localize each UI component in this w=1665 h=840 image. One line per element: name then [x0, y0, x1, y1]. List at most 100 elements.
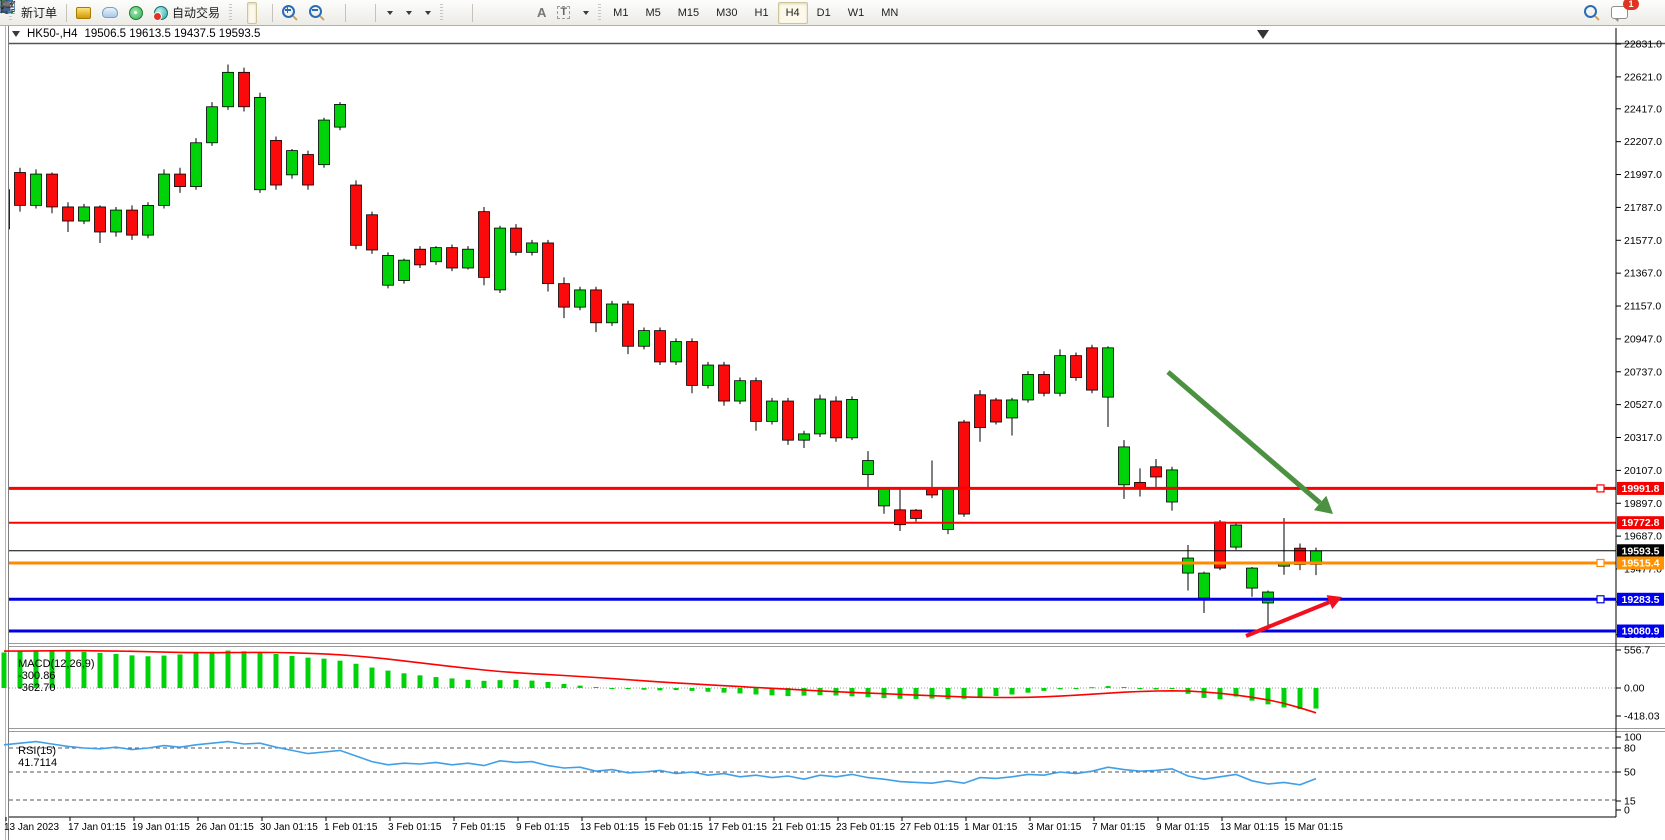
chart-line-button[interactable] [258, 2, 268, 24]
svg-text:26 Jan 01:15: 26 Jan 01:15 [196, 822, 254, 833]
navigator-button[interactable] [97, 2, 123, 24]
chart-canvas[interactable]: 22831.022621.022417.022207.021997.021787… [0, 0, 1665, 840]
shapes-button[interactable] [576, 2, 594, 24]
separator [375, 4, 376, 22]
svg-text:19772.8: 19772.8 [1622, 517, 1660, 529]
notifications-button[interactable]: 1 [1606, 2, 1633, 24]
macd-signal-value: -362.70 [18, 682, 55, 694]
zoom-out-button[interactable] [304, 2, 330, 24]
new-order-button[interactable]: 新订单 [16, 2, 62, 24]
svg-text:21997.0: 21997.0 [1624, 169, 1662, 181]
svg-text:22621.0: 22621.0 [1624, 71, 1662, 83]
timeframe-MN[interactable]: MN [873, 2, 906, 24]
autoscroll-button[interactable] [350, 2, 360, 24]
svg-text:3 Mar 01:15: 3 Mar 01:15 [1028, 822, 1082, 833]
timeframe-W1[interactable]: W1 [840, 2, 873, 24]
svg-text:20947.0: 20947.0 [1624, 333, 1662, 345]
toolbar-grip [598, 4, 601, 22]
timeframe-M1[interactable]: M1 [605, 2, 636, 24]
templates-button[interactable] [418, 2, 436, 24]
notification-badge: 1 [1623, 0, 1639, 10]
svg-text:21577.0: 21577.0 [1624, 235, 1662, 247]
chart-symbol-title: HK50-,H4 [27, 28, 78, 40]
svg-text:20107.0: 20107.0 [1624, 465, 1662, 477]
svg-text:50: 50 [1624, 767, 1636, 779]
svg-text:19897.0: 19897.0 [1624, 498, 1662, 510]
tile-windows-button[interactable] [331, 2, 341, 24]
svg-text:19515.4: 19515.4 [1622, 557, 1660, 569]
chevron-down-icon [387, 11, 393, 15]
svg-text:3 Feb 01:15: 3 Feb 01:15 [388, 822, 442, 833]
autotrading-label: 自动交易 [172, 4, 220, 21]
fibonacci-button[interactable]: F [521, 2, 531, 24]
svg-text:22831.0: 22831.0 [1624, 38, 1662, 50]
macd-main-value: -300.86 [18, 670, 55, 682]
svg-text:1 Feb 01:15: 1 Feb 01:15 [324, 822, 378, 833]
text-button[interactable]: A [532, 2, 551, 24]
chart-title-bar: HK50-,H4 19506.5 19613.5 19437.5 19593.5 [12, 28, 260, 40]
svg-text:19687.0: 19687.0 [1624, 531, 1662, 543]
svg-text:15 Feb 01:15: 15 Feb 01:15 [644, 822, 703, 833]
svg-text:13 Mar 01:15: 13 Mar 01:15 [1220, 822, 1279, 833]
svg-text:30 Jan 01:15: 30 Jan 01:15 [260, 822, 318, 833]
timeframe-H4[interactable]: H4 [778, 2, 808, 24]
svg-text:13 Feb 01:15: 13 Feb 01:15 [580, 822, 639, 833]
timeframe-group: M1M5M15M30H1H4D1W1MN [605, 2, 906, 24]
svg-text:13 Jan 2023: 13 Jan 2023 [4, 822, 59, 833]
search-icon [1584, 5, 1597, 18]
indicators-button[interactable] [380, 2, 398, 24]
svg-text:9 Mar 01:15: 9 Mar 01:15 [1156, 822, 1210, 833]
chart-ohlc-values: 19506.5 19613.5 19437.5 19593.5 [85, 28, 261, 40]
chart-shift-button[interactable] [361, 2, 371, 24]
separator [472, 4, 473, 22]
zoom-in-button[interactable] [277, 2, 303, 24]
svg-text:21367.0: 21367.0 [1624, 268, 1662, 280]
periods-button[interactable] [399, 2, 417, 24]
timeframe-D1[interactable]: D1 [809, 2, 839, 24]
horizontal-line-button[interactable] [488, 2, 498, 24]
timeframe-M15[interactable]: M15 [670, 2, 707, 24]
text-tool-icon: A [537, 6, 546, 19]
autotrading-button[interactable]: 自动交易 [149, 2, 225, 24]
rsi-value: 41.7114 [18, 757, 57, 769]
chart-candles-button[interactable] [247, 2, 257, 24]
market-watch-button[interactable] [71, 2, 96, 24]
zoom-out-icon [309, 5, 322, 18]
trendline-button[interactable] [499, 2, 509, 24]
cursor-button[interactable] [447, 2, 457, 24]
timeframe-M30[interactable]: M30 [708, 2, 745, 24]
svg-text:-418.03: -418.03 [1624, 711, 1660, 723]
toolbar-grip [440, 4, 443, 22]
terminal-button[interactable] [124, 2, 148, 24]
chart-bars-button[interactable] [236, 2, 246, 24]
cloud-icon [102, 7, 118, 18]
main-toolbar: 新订单 自动交易 [0, 0, 1665, 26]
search-button[interactable] [1579, 2, 1605, 24]
svg-text:19080.9: 19080.9 [1622, 626, 1660, 638]
channel-button[interactable]: E [510, 2, 520, 24]
crosshair-button[interactable] [458, 2, 468, 24]
timeframe-H1[interactable]: H1 [747, 2, 777, 24]
svg-text:80: 80 [1624, 743, 1636, 755]
macd-name: MACD(12,26,9) [18, 658, 94, 670]
rsi-indicator-label: RSI(15) 41.7114 [12, 733, 57, 769]
svg-text:0.00: 0.00 [1624, 683, 1645, 695]
svg-text:21787.0: 21787.0 [1624, 202, 1662, 214]
label-tool-icon: T [557, 6, 570, 19]
svg-text:20527.0: 20527.0 [1624, 399, 1662, 411]
svg-text:17 Jan 01:15: 17 Jan 01:15 [68, 822, 126, 833]
label-button[interactable]: T [552, 2, 575, 24]
vertical-line-button[interactable] [477, 2, 487, 24]
svg-text:23 Feb 01:15: 23 Feb 01:15 [836, 822, 895, 833]
chevron-down-icon [583, 11, 589, 15]
separator [345, 4, 346, 22]
separator [66, 4, 67, 22]
macd-indicator-label: MACD(12,26,9) -300.86 -362.70 [12, 646, 95, 694]
timeframe-M5[interactable]: M5 [637, 2, 668, 24]
toolbar-grip [229, 4, 232, 22]
market-watch-icon [76, 7, 91, 19]
chevron-down-icon [425, 11, 431, 15]
svg-text:21 Feb 01:15: 21 Feb 01:15 [772, 822, 831, 833]
one-click-trading-arrow-icon[interactable] [12, 31, 20, 37]
svg-text:19991.8: 19991.8 [1622, 483, 1660, 495]
